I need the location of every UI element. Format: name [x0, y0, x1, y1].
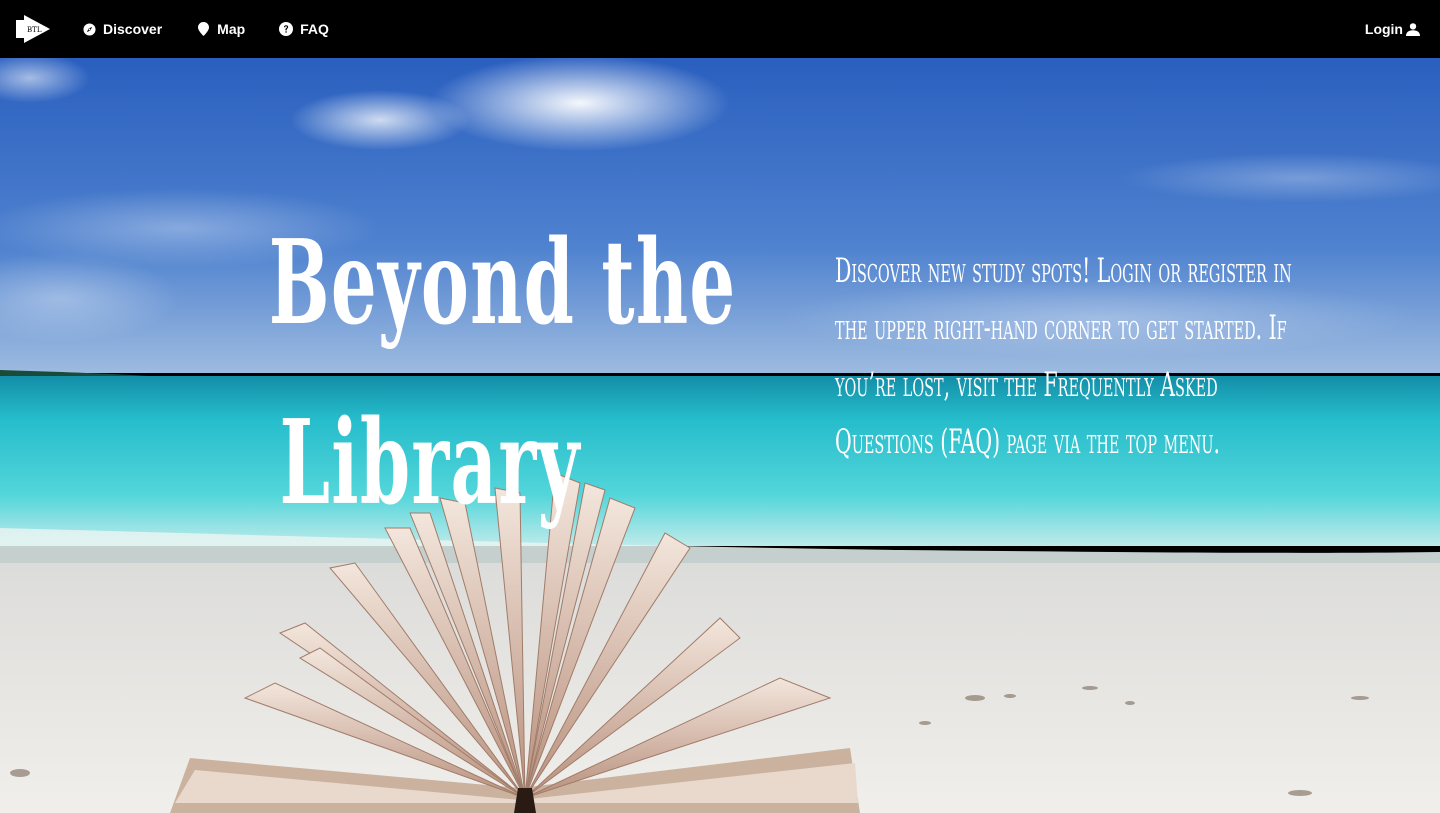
- top-navbar: BTL Discover Map FAQ Login: [0, 0, 1440, 58]
- logo-arrow-icon: BTL: [16, 15, 50, 43]
- hero-description-line-3: you’re lost, visit the Frequently Asked: [835, 365, 1218, 405]
- nav-item-discover-label: Discover: [103, 21, 163, 37]
- hero-title-line-2: Library: [279, 395, 581, 531]
- nav-item-map-label: Map: [217, 21, 246, 37]
- login-label: Login: [1364, 21, 1403, 37]
- logo-text: BTL: [27, 26, 42, 34]
- user-icon: [1406, 22, 1420, 36]
- map-marker-icon: [196, 22, 210, 36]
- hero-title: Beyond the Library: [268, 193, 737, 553]
- beach-book-background-image: [0, 58, 1440, 813]
- compass-icon: [82, 22, 96, 36]
- hero-description-line-2: the upper right-hand corner to get start…: [835, 308, 1287, 348]
- question-circle-icon: [279, 22, 294, 36]
- btl-logo[interactable]: BTL: [14, 14, 52, 44]
- hero-description-line-4: Questions (FAQ) page via the top menu.: [835, 422, 1220, 462]
- login-button[interactable]: Login: [1365, 21, 1420, 37]
- hero-description-line-1: Discover new study spots! Login or regis…: [835, 251, 1292, 291]
- hero-description: Discover new study spots! Login or regis…: [835, 243, 1292, 471]
- hero-title-line-1: Beyond the: [268, 215, 737, 351]
- nav-item-map[interactable]: Map: [196, 21, 245, 37]
- nav-item-discover[interactable]: Discover: [82, 21, 162, 37]
- nav-menu: Discover Map FAQ: [82, 21, 363, 37]
- nav-item-faq[interactable]: FAQ: [279, 21, 329, 37]
- hero-section: Beyond the Library Discover new study sp…: [0, 58, 1440, 813]
- nav-item-faq-label: FAQ: [300, 21, 329, 37]
